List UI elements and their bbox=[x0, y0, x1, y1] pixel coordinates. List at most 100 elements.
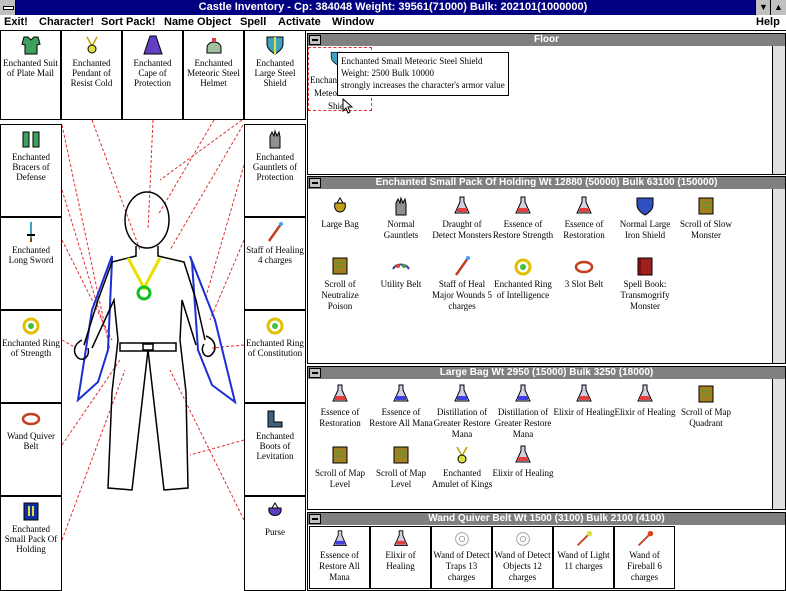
ring-icon bbox=[514, 258, 532, 276]
item-tooltip: Enchanted Small Meteoric Steel Shield We… bbox=[337, 52, 509, 96]
pack-item[interactable]: 3 Slot Belt bbox=[552, 255, 616, 290]
bag-item[interactable]: Essence of Restore All Mana bbox=[369, 383, 433, 429]
slot-label: Enchanted Suit of Plate Mail bbox=[3, 58, 58, 78]
quiver-slot[interactable]: Wand of Detect Objects 12 charges bbox=[492, 526, 553, 589]
slot-label: Wand Quiver Belt bbox=[6, 431, 55, 451]
pack-item[interactable]: Essence of Restoration bbox=[552, 195, 616, 241]
staff-icon bbox=[267, 222, 283, 242]
slot-cloak[interactable]: Enchanted Cape of Protection bbox=[122, 30, 183, 120]
pack-panel-scrollbar[interactable] bbox=[772, 189, 785, 363]
bag-panel-menu-button[interactable] bbox=[309, 368, 321, 378]
quiver-panel: Wand Quiver Belt Wt 1500 (3100) Bulk 210… bbox=[307, 512, 786, 591]
pack-item[interactable]: Essence of Restore Strength bbox=[491, 195, 555, 241]
gauntlets-icon bbox=[269, 129, 281, 149]
potion-icon bbox=[393, 530, 408, 546]
pack-panel-header: Enchanted Small Pack Of Holding Wt 12880… bbox=[308, 177, 785, 189]
pack-panel-title: Enchanted Small Pack Of Holding Wt 12880… bbox=[375, 177, 718, 188]
slot-right-ring[interactable]: Enchanted Ring of Constitution bbox=[244, 310, 306, 403]
pack-panel-menu-button[interactable] bbox=[309, 178, 321, 188]
slot-weapon[interactable]: Enchanted Long Sword bbox=[0, 217, 62, 310]
slot-body-armor[interactable]: Enchanted Suit of Plate Mail bbox=[0, 30, 61, 120]
bag-item[interactable]: Distillation of Greater Restore Mana bbox=[491, 383, 555, 440]
quiver-slot[interactable]: Wand of Light 11 charges bbox=[553, 526, 614, 589]
belt-icon bbox=[21, 412, 41, 426]
scroll-icon bbox=[698, 197, 714, 215]
floor-panel-menu-button[interactable] bbox=[309, 35, 321, 45]
floor-panel-title: Floor bbox=[534, 34, 559, 45]
slot-label: Enchanted Gauntlets of Protection bbox=[252, 152, 298, 182]
minimize-button[interactable]: ▼ bbox=[755, 0, 771, 15]
pack-item[interactable]: Normal Large Iron Shield bbox=[613, 195, 677, 241]
bag-item[interactable]: Scroll of Map Level bbox=[308, 444, 372, 490]
floor-item-label: Enchan bbox=[310, 75, 337, 85]
pack-panel: Enchanted Small Pack Of Holding Wt 12880… bbox=[307, 176, 786, 364]
quiver-slot[interactable]: Essence of Restore All Mana bbox=[309, 526, 370, 589]
wand-icon bbox=[637, 530, 653, 547]
bag-item[interactable]: Elixir of Healing bbox=[552, 383, 616, 418]
bag-item[interactable]: Elixir of Healing bbox=[491, 444, 555, 479]
quiver-slot[interactable]: Wand of Fireball 6 charges bbox=[614, 526, 675, 589]
quiver-slot[interactable]: Elixir of Healing bbox=[370, 526, 431, 589]
pack-item[interactable]: Large Bag bbox=[308, 195, 372, 230]
belt-icon bbox=[574, 260, 594, 274]
slot-feet[interactable]: Enchanted Boots of Levitation bbox=[244, 403, 306, 496]
quiver-slot[interactable]: Wand of Detect Traps 13 charges bbox=[431, 526, 492, 589]
slot-label: Enchanted Meteoric Steel Helmet bbox=[187, 58, 240, 88]
tooltip-description: strongly increases the character's armor… bbox=[341, 80, 505, 90]
pack-item[interactable]: Spell Book: Transmogrify Monster bbox=[613, 255, 677, 312]
mouse-cursor-icon bbox=[342, 98, 354, 114]
slot-offhand[interactable]: Staff of Healing 4 charges bbox=[244, 217, 306, 310]
potion-icon bbox=[515, 196, 531, 214]
quiver-panel-header: Wand Quiver Belt Wt 1500 (3100) Bulk 210… bbox=[308, 513, 785, 525]
belt-icon bbox=[392, 263, 410, 270]
helmet-icon bbox=[206, 38, 221, 54]
purse-icon bbox=[268, 502, 282, 516]
bag-item[interactable]: Distillation of Greater Restore Mana bbox=[430, 383, 494, 440]
menu-help[interactable]: Help bbox=[756, 15, 780, 30]
slot-wrists[interactable]: Enchanted Bracers of Defense bbox=[0, 124, 62, 217]
quiver-panel-menu-button[interactable] bbox=[309, 514, 321, 524]
slot-left-ring[interactable]: Enchanted Ring of Strength bbox=[0, 310, 62, 403]
slot-pack[interactable]: Enchanted Small Pack Of Holding bbox=[0, 496, 62, 591]
slot-label: Enchanted Pendant of Resist Cold bbox=[70, 58, 113, 88]
bag-item[interactable]: Elixir of Healing bbox=[613, 383, 677, 418]
pack-item[interactable]: Draught of Detect Monsters bbox=[430, 195, 494, 241]
slot-belt[interactable]: Wand Quiver Belt bbox=[0, 403, 62, 496]
wand-icon bbox=[515, 532, 530, 546]
floor-panel-header: Floor bbox=[308, 34, 785, 46]
slot-shield[interactable]: Enchanted Large Steel Shield bbox=[244, 30, 306, 120]
potion-icon bbox=[454, 196, 470, 214]
amulet-chain bbox=[126, 257, 162, 292]
pack-item[interactable]: Normal Gauntlets bbox=[369, 195, 433, 241]
slot-label: Enchanted Ring of Strength bbox=[2, 338, 60, 358]
slot-label: Enchanted Boots of Levitation bbox=[256, 431, 294, 461]
pack-icon bbox=[23, 502, 39, 521]
slot-head[interactable]: Enchanted Meteoric Steel Helmet bbox=[183, 30, 244, 120]
pack-item[interactable]: Scroll of Neutralize Poison bbox=[308, 255, 372, 312]
shield-icon bbox=[636, 197, 654, 216]
pack-item[interactable]: Utility Belt bbox=[369, 255, 433, 290]
slot-label: Purse bbox=[265, 527, 285, 537]
bag-item[interactable]: Essence of Restoration bbox=[308, 383, 372, 429]
scroll-icon bbox=[332, 257, 348, 275]
scroll-icon bbox=[393, 446, 409, 464]
pendant-icon bbox=[85, 36, 98, 54]
potion-icon bbox=[515, 445, 531, 463]
pack-item[interactable]: Enchanted Ring of Intelligence bbox=[491, 255, 555, 301]
slot-neck[interactable]: Enchanted Pendant of Resist Cold bbox=[61, 30, 122, 120]
maximize-button[interactable]: ▲ bbox=[770, 0, 786, 15]
pack-item[interactable]: Staff of Heal Major Wounds 5 charges bbox=[430, 255, 494, 312]
menu-window[interactable]: Window bbox=[332, 15, 374, 30]
tooltip-name: Enchanted Small Meteoric Steel Shield bbox=[341, 56, 483, 66]
potion-icon bbox=[332, 530, 347, 546]
slot-label: Enchanted Long Sword bbox=[8, 245, 54, 265]
bag-item[interactable]: Scroll of Map Quadrant bbox=[674, 383, 738, 429]
bag-panel-scrollbar[interactable] bbox=[772, 379, 785, 509]
pack-item[interactable]: Scroll of Slow Monster bbox=[674, 195, 738, 241]
slot-purse[interactable]: Purse bbox=[244, 496, 306, 591]
bag-item[interactable]: Enchanted Amulet of Kings bbox=[430, 444, 494, 490]
quiver-panel-title: Wand Quiver Belt Wt 1500 (3100) Bulk 210… bbox=[428, 513, 665, 524]
slot-hands[interactable]: Enchanted Gauntlets of Protection bbox=[244, 124, 306, 217]
floor-panel-scrollbar[interactable] bbox=[772, 46, 785, 174]
bag-item[interactable]: Scroll of Map Level bbox=[369, 444, 433, 490]
